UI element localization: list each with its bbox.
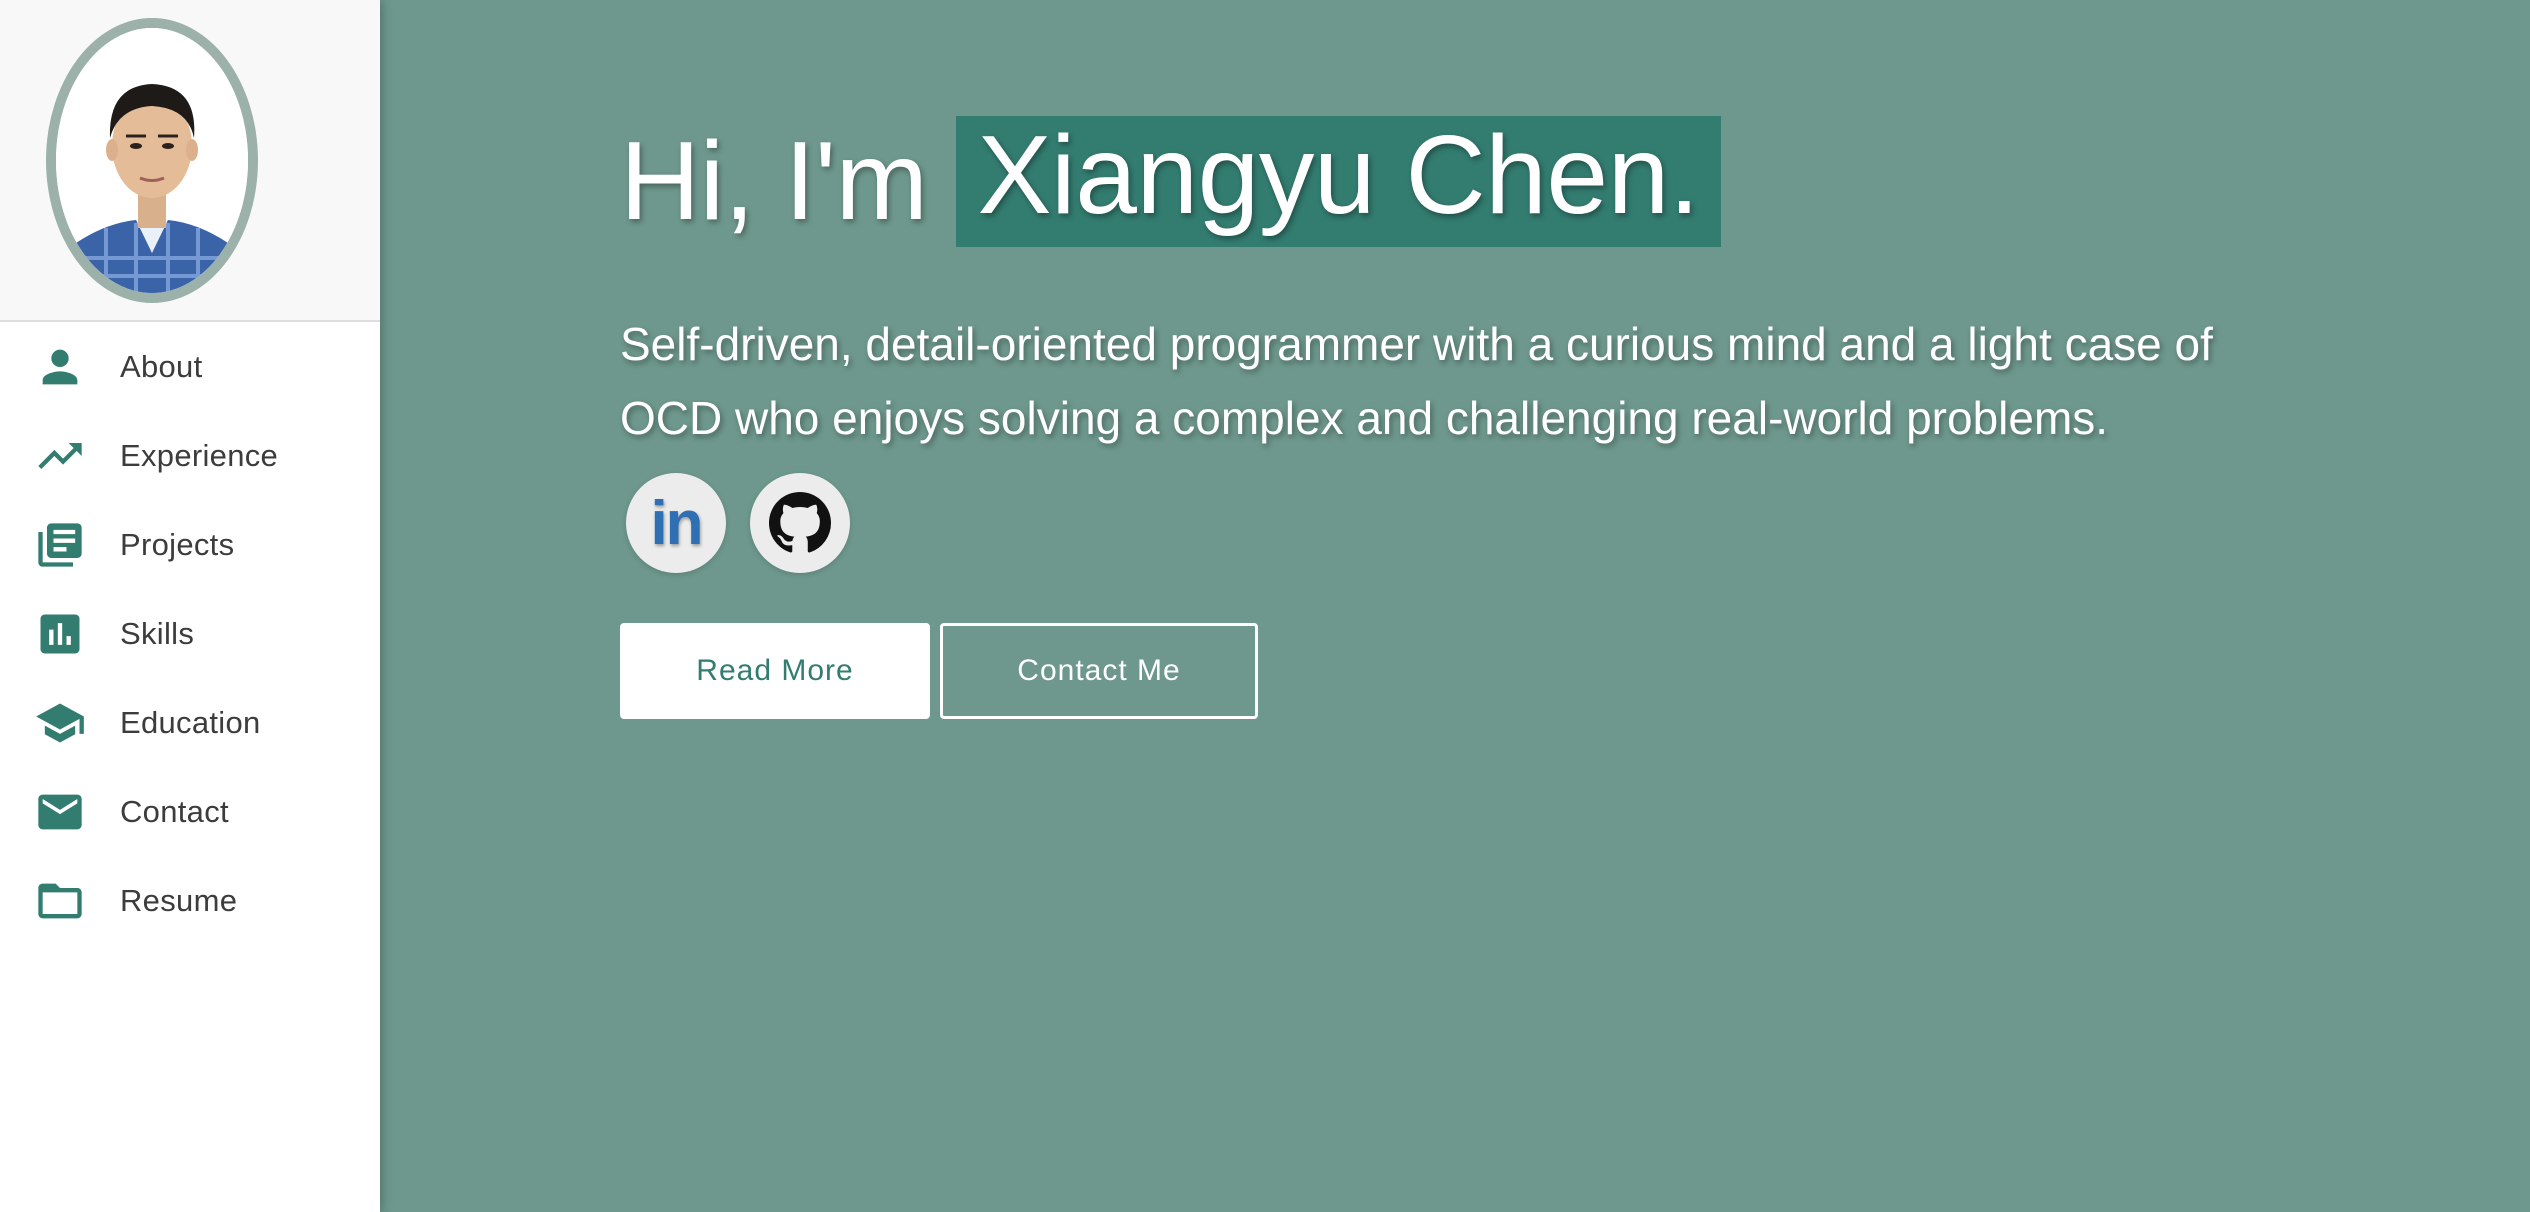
avatar: [46, 18, 258, 303]
person-icon: [34, 341, 86, 393]
school-icon: [34, 697, 86, 749]
sidebar-item-label: Experience: [120, 437, 279, 473]
contact-me-button[interactable]: Contact Me: [940, 623, 1258, 719]
trending-up-icon: [34, 430, 86, 482]
sidebar-nav: About Experience Projects Skills Educati…: [0, 322, 380, 945]
sidebar-item-about[interactable]: About: [0, 322, 380, 411]
sidebar-item-label: Contact: [120, 793, 229, 829]
sidebar: About Experience Projects Skills Educati…: [0, 0, 380, 1212]
linkedin-button[interactable]: in: [626, 473, 726, 573]
sidebar-item-contact[interactable]: Contact: [0, 767, 380, 856]
sidebar-item-label: Education: [120, 704, 261, 740]
library-books-icon: [34, 519, 86, 571]
sidebar-item-projects[interactable]: Projects: [0, 500, 380, 589]
github-icon: [769, 492, 831, 553]
sidebar-item-education[interactable]: Education: [0, 678, 380, 767]
sidebar-item-skills[interactable]: Skills: [0, 589, 380, 678]
mail-icon: [34, 786, 86, 838]
sidebar-item-resume[interactable]: Resume: [0, 856, 380, 945]
hero-greeting: Hi, I'm: [620, 119, 928, 243]
sidebar-item-label: Skills: [120, 615, 195, 651]
social-links: in: [626, 473, 2420, 573]
avatar-section: [0, 0, 380, 322]
linkedin-icon: in: [650, 488, 703, 558]
sidebar-item-label: Resume: [120, 882, 238, 918]
hero-tagline: Self-driven, detail-oriented programmer …: [620, 318, 2213, 444]
hero-section: Hi, I'm Xiangyu Chen. Self-driven, detai…: [380, 0, 2530, 1212]
avatar-photo: [56, 28, 248, 293]
read-more-button[interactable]: Read More: [620, 623, 930, 719]
bar-chart-icon: [34, 608, 86, 660]
folder-icon: [34, 875, 86, 927]
hero-name: Xiangyu Chen.: [955, 116, 1722, 247]
sidebar-item-label: About: [120, 348, 203, 384]
hero-title: Hi, I'm Xiangyu Chen.: [620, 116, 2420, 247]
sidebar-item-experience[interactable]: Experience: [0, 411, 380, 500]
github-button[interactable]: [750, 473, 850, 573]
hero-actions: Read More Contact Me: [620, 623, 2420, 719]
hero-content: Hi, I'm Xiangyu Chen. Self-driven, detai…: [620, 116, 2420, 719]
sidebar-item-label: Projects: [120, 526, 235, 562]
